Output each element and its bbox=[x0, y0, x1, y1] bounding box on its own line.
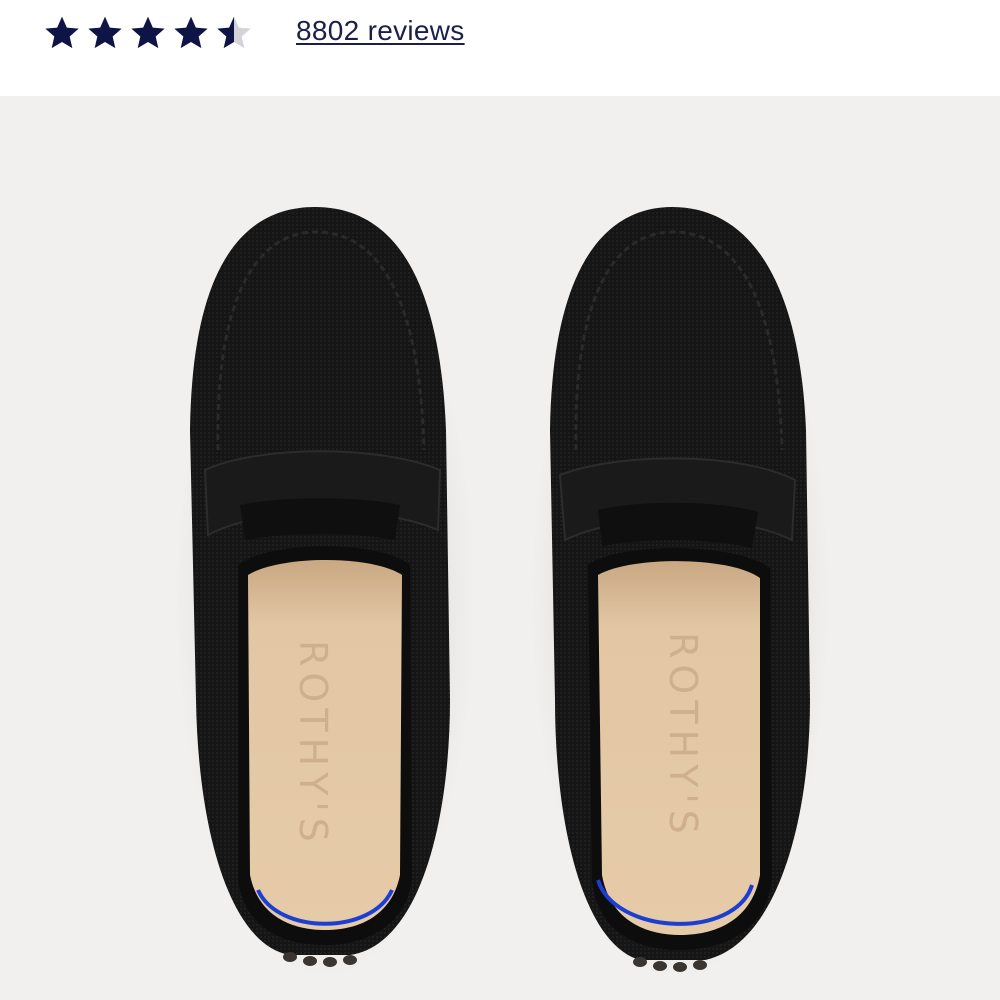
insole-brand-mark-right: ROTHY'S bbox=[661, 632, 705, 840]
half-star-icon bbox=[217, 16, 251, 49]
right-loafer: ROTHY'S bbox=[530, 207, 830, 980]
left-loafer: ROTHY'S bbox=[175, 207, 475, 980]
product-image: ROTHY'S ROTHY'S bbox=[0, 96, 1000, 1000]
star-icon bbox=[174, 16, 208, 49]
reviews-link[interactable]: 8802 reviews bbox=[296, 14, 465, 48]
insole-brand-mark-left: ROTHY'S bbox=[291, 640, 335, 848]
star-icon bbox=[88, 16, 122, 49]
star-icon bbox=[45, 16, 79, 49]
rating-bar: 8802 reviews bbox=[0, 0, 1000, 96]
loafer-pair-illustration: ROTHY'S ROTHY'S bbox=[175, 207, 830, 980]
star-rating[interactable] bbox=[42, 13, 254, 53]
star-icon bbox=[131, 16, 165, 49]
